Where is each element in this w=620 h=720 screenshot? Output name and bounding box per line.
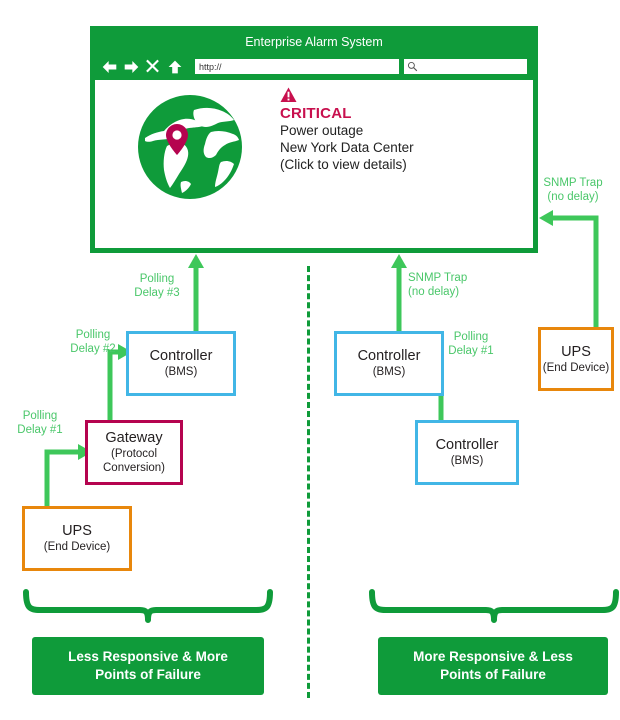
alert-panel[interactable]: CRITICAL Power outage New York Data Cent… bbox=[95, 80, 533, 248]
node-controller-left[interactable]: Controller (BMS) bbox=[126, 331, 236, 396]
window-title: Enterprise Alarm System bbox=[245, 35, 383, 49]
browser-window: Enterprise Alarm System http:// CRITICAL… bbox=[90, 26, 538, 253]
node-subtitle-line-1: (Protocol bbox=[110, 448, 158, 460]
conclusion-box-right: More Responsive & Less Points of Failure bbox=[378, 637, 608, 695]
node-title: Controller bbox=[149, 348, 213, 364]
magnifier-icon bbox=[407, 61, 418, 72]
conclusion-box-left: Less Responsive & More Points of Failure bbox=[32, 637, 264, 695]
node-subtitle: (BMS) bbox=[372, 366, 406, 378]
arrow-ups-left-to-gateway bbox=[44, 449, 78, 506]
close-x-icon[interactable] bbox=[145, 58, 162, 76]
flow-label-polling-delay-1-right: Polling Delay #1 bbox=[448, 331, 494, 357]
arrow-ups-right-to-browser bbox=[553, 215, 599, 327]
flow-label-polling-delay-2: Polling Delay #2 bbox=[70, 329, 116, 355]
alert-severity-label: CRITICAL bbox=[280, 105, 352, 122]
brace-right bbox=[369, 589, 619, 623]
back-arrow-icon[interactable] bbox=[101, 58, 118, 76]
diagram-canvas: Enterprise Alarm System http:// CRITICAL… bbox=[0, 0, 620, 720]
node-controller-right-bottom[interactable]: Controller (BMS) bbox=[415, 420, 519, 485]
node-ups-left[interactable]: UPS (End Device) bbox=[22, 506, 132, 571]
node-title: Controller bbox=[435, 437, 499, 453]
forward-arrow-icon[interactable] bbox=[123, 58, 140, 76]
node-subtitle: (End Device) bbox=[43, 541, 111, 553]
warning-triangle-icon bbox=[280, 87, 297, 103]
node-subtitle-line-2: Conversion) bbox=[103, 462, 165, 474]
node-ups-right[interactable]: UPS (End Device) bbox=[538, 327, 614, 391]
browser-titlebar: Enterprise Alarm System bbox=[95, 31, 533, 53]
url-input[interactable]: http:// bbox=[195, 59, 399, 74]
flow-label-polling-delay-1-left: Polling Delay #1 bbox=[17, 410, 63, 436]
alert-text-block: CRITICAL Power outage New York Data Cent… bbox=[280, 87, 520, 173]
section-divider bbox=[307, 266, 310, 698]
alert-message-line-2: New York Data Center bbox=[280, 140, 414, 155]
flow-label-snmp-trap-ups: SNMP Trap (no delay) bbox=[543, 177, 603, 203]
search-input[interactable] bbox=[404, 59, 527, 74]
node-title: UPS bbox=[62, 523, 92, 539]
node-subtitle: (BMS) bbox=[164, 366, 198, 378]
flow-label-polling-delay-3: Polling Delay #3 bbox=[134, 273, 180, 299]
node-gateway[interactable]: Gateway (Protocol Conversion) bbox=[85, 420, 183, 485]
alert-message-line-3: (Click to view details) bbox=[280, 157, 407, 172]
arrow-gateway-to-controller-left bbox=[107, 349, 118, 420]
brace-left bbox=[23, 589, 273, 623]
up-arrow-icon[interactable] bbox=[167, 58, 184, 76]
node-title: UPS bbox=[561, 343, 591, 360]
node-title: Gateway bbox=[105, 430, 163, 446]
alert-message-line-1: Power outage bbox=[280, 123, 364, 138]
node-subtitle: (BMS) bbox=[450, 455, 484, 467]
globe-with-location-pin-icon bbox=[138, 95, 242, 199]
node-subtitle: (End Device) bbox=[542, 361, 610, 374]
flow-label-snmp-trap-controller: SNMP Trap (no delay) bbox=[408, 272, 468, 298]
browser-toolbar: http:// bbox=[95, 53, 533, 80]
node-controller-right-top[interactable]: Controller (BMS) bbox=[334, 331, 444, 396]
url-text: http:// bbox=[199, 61, 222, 72]
node-title: Controller bbox=[357, 348, 421, 364]
